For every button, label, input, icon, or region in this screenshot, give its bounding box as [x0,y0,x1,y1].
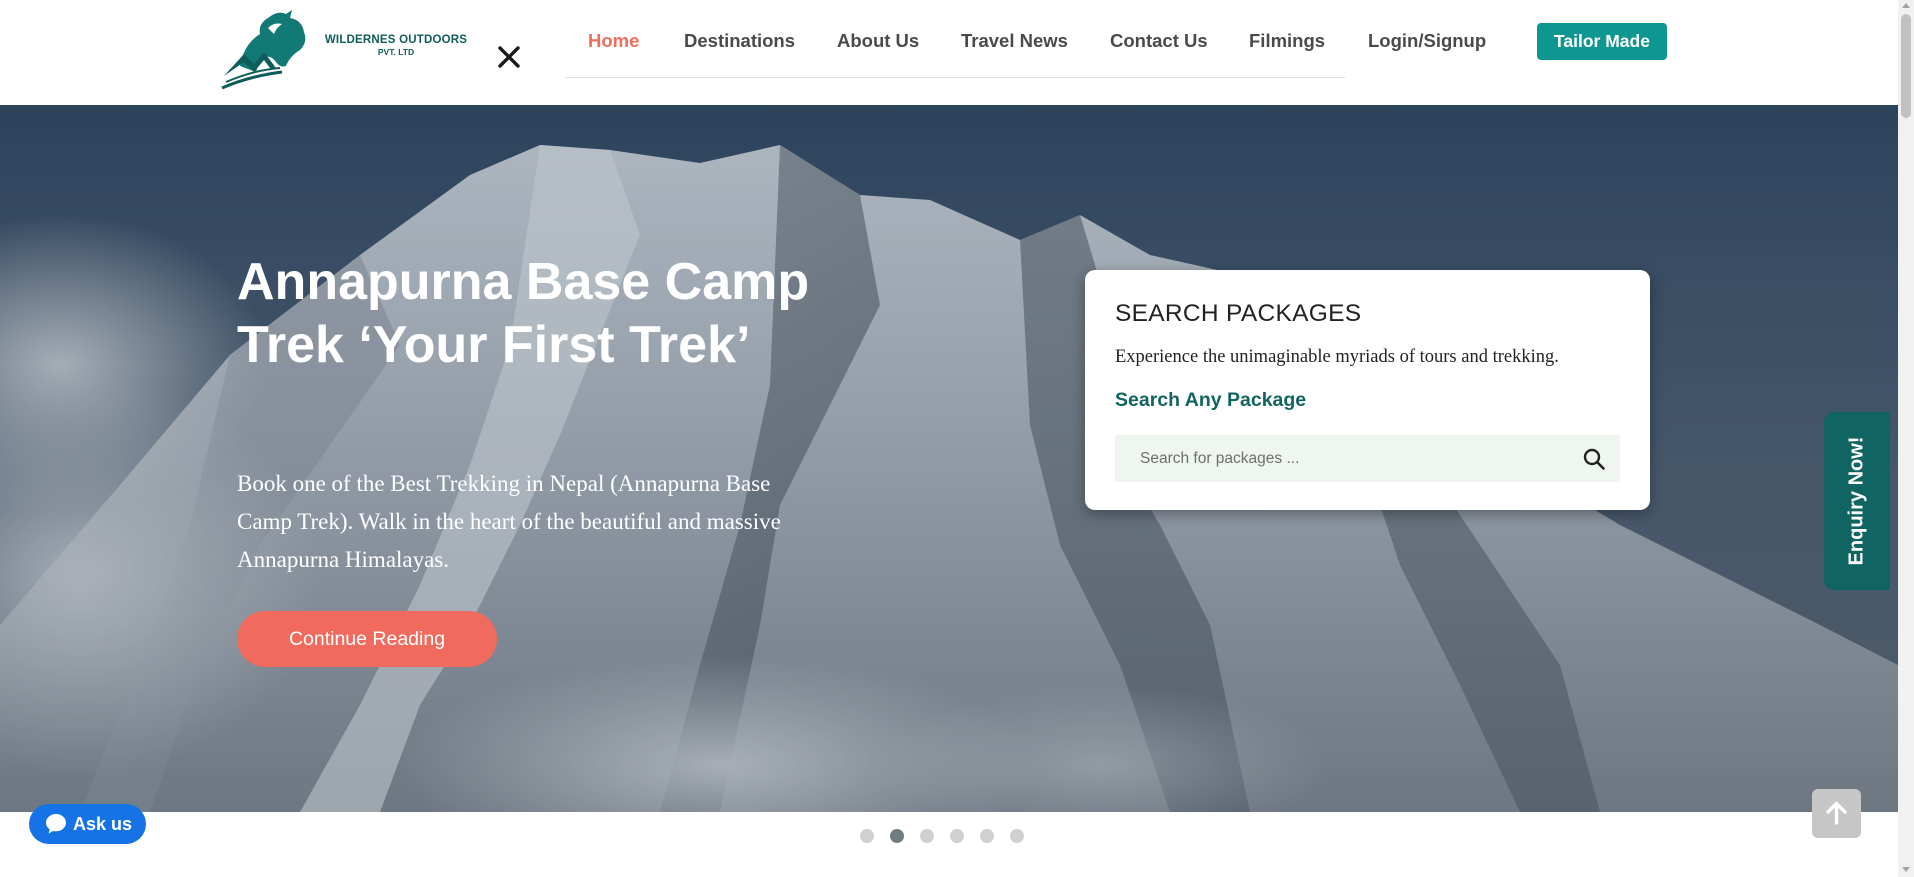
search-card-subtitle: Experience the unimaginable myriads of t… [1115,347,1559,367]
arrow-up-icon [1826,801,1847,825]
scroll-down-arrow-icon[interactable] [1902,867,1910,872]
enquiry-now-tab[interactable]: Enquiry Now! [1824,412,1890,590]
close-icon[interactable] [494,42,524,72]
scroll-to-top-button[interactable] [1812,789,1861,838]
nav-item-about-us[interactable]: About Us [837,30,919,52]
nav-item-home[interactable]: Home [588,30,639,52]
brand-logo[interactable]: WILDERNES OUTDOORS PVT. LTD [220,6,470,90]
search-card-label: Search Any Package [1115,389,1307,411]
tailor-made-button[interactable]: Tailor Made [1537,23,1667,60]
brand-text: WILDERNES OUTDOORS PVT. LTD [321,34,471,57]
slider-dot-6[interactable] [1010,829,1024,843]
search-packages-card: SEARCH PACKAGES Experience the unimagina… [1085,270,1650,510]
chat-bubble-icon [46,814,66,834]
scroll-up-arrow-icon[interactable] [1902,3,1910,8]
hero-title: Annapurna Base Camp Trek ‘Your First Tre… [237,253,810,374]
nav-item-contact-us[interactable]: Contact Us [1110,30,1208,52]
slider-dot-5[interactable] [980,829,994,843]
nav-item-destinations[interactable]: Destinations [684,30,795,52]
slider-dot-2[interactable] [890,829,904,843]
site-header: WILDERNES OUTDOORS PVT. LTD Home Destina… [0,0,1898,105]
brand-sub: PVT. LTD [377,47,415,57]
slider-dot-3[interactable] [920,829,934,843]
login-signup-link[interactable]: Login/Signup [1368,30,1486,52]
ask-us-label: Ask us [73,814,133,834]
page-scrollbar[interactable] [1898,0,1914,877]
scrollbar-thumb[interactable] [1901,14,1911,118]
search-field [1115,435,1620,482]
nav-item-filmings[interactable]: Filmings [1249,30,1325,52]
main-nav: Home Destinations About Us Travel News C… [565,0,1345,78]
enquiry-now-label: Enquiry Now! [1845,436,1868,566]
nav-item-travel-news[interactable]: Travel News [961,30,1068,52]
hero-description: Book one of the Best Trekking in Nepal (… [237,471,781,572]
hero-slider: Annapurna Base Camp Trek ‘Your First Tre… [0,105,1898,812]
slider-dot-4[interactable] [950,829,964,843]
brand-name: WILDERNES OUTDOORS [324,34,468,46]
search-input[interactable] [1115,435,1575,482]
search-card-title: SEARCH PACKAGES [1115,300,1362,327]
slider-dot-1[interactable] [860,829,874,843]
continue-reading-button[interactable]: Continue Reading [237,611,497,667]
ask-us-chat-button[interactable]: Ask us [29,804,146,844]
search-icon[interactable] [1582,447,1606,471]
logo-emblem-icon [221,10,306,90]
